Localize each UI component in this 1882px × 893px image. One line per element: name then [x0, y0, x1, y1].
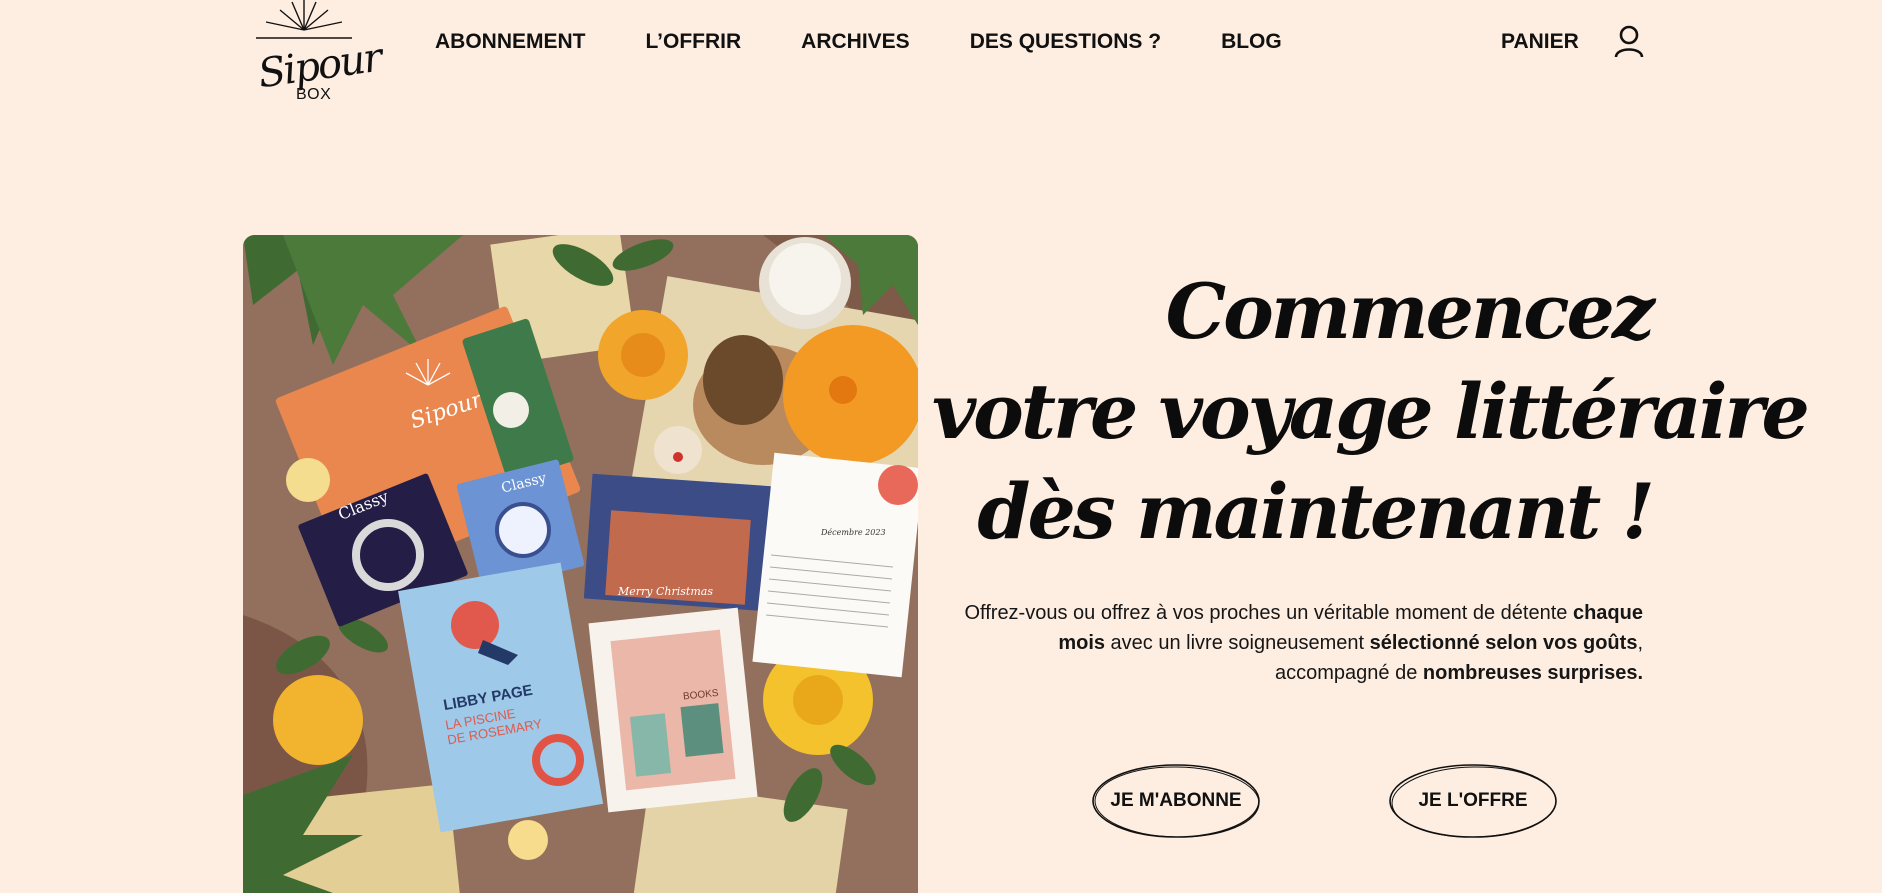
headline-line-2: votre voyage littéraire: [932, 367, 1810, 456]
headline-line-3: dès maintenant !: [977, 467, 1655, 556]
nav-offrir[interactable]: L’OFFRIR: [646, 30, 742, 54]
subscribe-button[interactable]: JE M'ABONNE: [1091, 762, 1261, 840]
headline-line-1: Commencez: [1165, 267, 1655, 356]
svg-text:Décembre 2023: Décembre 2023: [820, 528, 886, 537]
hero-headline: Commencez votre voyage littéraire dès ma…: [932, 262, 1810, 562]
lead-part-1: Offrez-vous ou offrez à vos proches un v…: [964, 602, 1573, 624]
nav-blog[interactable]: BLOG: [1221, 30, 1282, 54]
lead-bold-3: nombreuses surprises.: [1422, 662, 1643, 684]
user-icon[interactable]: [1612, 24, 1646, 58]
nav-abonnement[interactable]: ABONNEMENT: [435, 30, 586, 54]
cart-link[interactable]: PANIER: [1501, 30, 1579, 54]
gift-button-label: JE L'OFFRE: [1418, 790, 1528, 811]
logo-link[interactable]: Sipour BOX: [254, 0, 383, 104]
lead-part-2: avec un livre soigneusement: [1105, 632, 1370, 654]
nav-archives[interactable]: ARCHIVES: [801, 30, 910, 54]
lead-bold-2: sélectionné selon vos goûts: [1369, 632, 1638, 654]
hero-image: Sipour Classy Classy Merry Christmas Déc…: [243, 235, 918, 893]
svg-text:Merry Christmas: Merry Christmas: [617, 585, 713, 598]
hero-lead: Offrez-vous ou offrez à vos proches un v…: [943, 598, 1643, 688]
nav-questions[interactable]: DES QUESTIONS ?: [970, 30, 1161, 54]
gift-button[interactable]: JE L'OFFRE: [1388, 762, 1558, 840]
main-nav: ABONNEMENT L’OFFRIR ARCHIVES DES QUESTIO…: [435, 30, 1282, 54]
subscribe-button-label: JE M'ABONNE: [1110, 790, 1242, 811]
logo-sub-text: BOX: [296, 86, 332, 103]
